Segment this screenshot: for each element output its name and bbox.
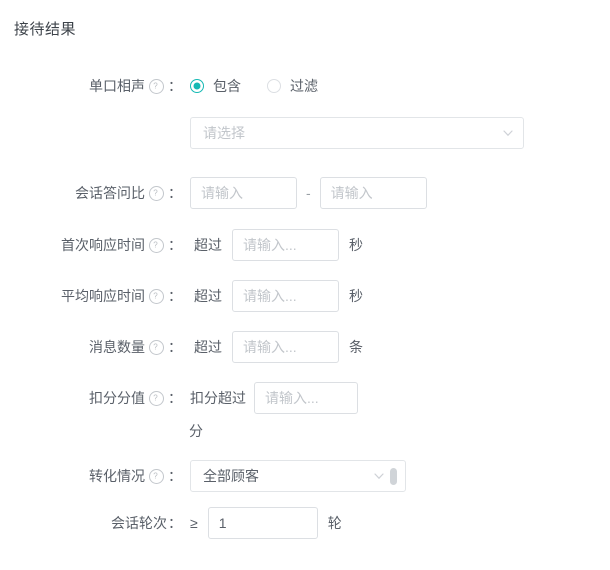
label-rounds-text: 会话轮次 xyxy=(111,515,167,531)
first-response-operator: 超过 xyxy=(194,237,222,253)
reception-result-filter-panel: 接待结果 单口相声 ? ： 包含 过滤 请选择 会话答问比 ? ： 请输入 - … xyxy=(0,0,610,570)
form-row-rounds: 会话轮次 ： ≥ 轮 xyxy=(0,507,610,539)
message-count-unit: 条 xyxy=(349,339,363,355)
form-row-conversion: 转化情况 ? ： 全部顾客 xyxy=(0,460,610,492)
message-count-input[interactable] xyxy=(232,331,339,363)
first-response-unit: 秒 xyxy=(349,237,363,253)
average-response-control: 超过 秒 xyxy=(182,280,610,312)
question-circle-icon[interactable]: ? xyxy=(149,288,164,304)
svg-text:?: ? xyxy=(153,342,158,351)
radio-label-filter: 过滤 xyxy=(290,78,318,94)
deduction-operator: 扣分超过 xyxy=(190,390,246,406)
question-circle-icon[interactable]: ? xyxy=(149,78,164,94)
label-monologue-colon: ： xyxy=(168,78,182,94)
label-average-response-text: 平均响应时间 xyxy=(61,288,145,304)
radio-option-filter[interactable]: 过滤 xyxy=(267,76,318,96)
label-ratio-text: 会话答问比 xyxy=(75,185,145,201)
ratio-max-input[interactable] xyxy=(319,177,427,209)
chevron-down-icon[interactable] xyxy=(372,469,386,483)
svg-text:?: ? xyxy=(153,291,158,300)
label-ratio-colon: ： xyxy=(168,185,182,201)
svg-text:?: ? xyxy=(153,188,158,197)
label-monologue-select-spacer xyxy=(0,117,182,149)
message-count-operator: 超过 xyxy=(194,339,222,355)
message-count-control: 超过 条 xyxy=(182,331,610,363)
label-ratio: 会话答问比 ? ： xyxy=(0,177,182,209)
conversion-select-value: 全部顾客 xyxy=(203,468,259,484)
label-rounds-colon: ： xyxy=(168,515,182,531)
label-conversion-colon: ： xyxy=(168,468,182,484)
label-conversion: 转化情况 ? ： xyxy=(0,460,182,492)
label-average-response: 平均响应时间 ? ： xyxy=(0,280,182,312)
label-deduction: 扣分分值 ? ： xyxy=(0,382,182,414)
radio-dot-include[interactable] xyxy=(190,79,204,93)
label-message-count-text: 消息数量 xyxy=(89,339,145,355)
label-deduction-colon: ： xyxy=(168,390,182,406)
form-row-deduction: 扣分分值 ? ： 扣分超过 分 xyxy=(0,382,610,441)
radio-label-include: 包含 xyxy=(213,78,241,94)
label-conversion-text: 转化情况 xyxy=(89,468,145,484)
svg-text:?: ? xyxy=(153,393,158,402)
question-circle-icon[interactable]: ? xyxy=(149,339,164,355)
svg-text:?: ? xyxy=(153,471,158,480)
average-response-unit: 秒 xyxy=(349,288,363,304)
conversion-select[interactable]: 全部顾客 xyxy=(190,460,406,492)
question-circle-icon[interactable]: ? xyxy=(149,468,164,484)
monologue-select-control: 请选择 xyxy=(182,117,610,149)
radio-dot-filter[interactable] xyxy=(267,79,281,93)
question-circle-icon[interactable]: ? xyxy=(149,185,164,201)
label-message-count-colon: ： xyxy=(168,339,182,355)
form-row-first-response: 首次响应时间 ? ： 超过 秒 xyxy=(0,229,610,261)
svg-text:?: ? xyxy=(153,240,158,249)
svg-text:?: ? xyxy=(153,81,158,90)
deduction-input[interactable] xyxy=(254,382,358,414)
average-response-input[interactable] xyxy=(232,280,339,312)
form-row-monologue: 单口相声 ? ： 包含 过滤 xyxy=(0,70,610,102)
first-response-control: 超过 秒 xyxy=(182,229,610,261)
monologue-select[interactable]: 请选择 xyxy=(190,117,524,149)
average-response-operator: 超过 xyxy=(194,288,222,304)
rounds-unit: 轮 xyxy=(327,515,342,531)
monologue-select-value: 请选择 xyxy=(203,125,245,141)
label-first-response-text: 首次响应时间 xyxy=(61,237,145,253)
label-monologue-text: 单口相声 xyxy=(89,78,145,94)
deduction-unit: 分 xyxy=(189,423,203,439)
form-row-average-response: 平均响应时间 ? ： 超过 秒 xyxy=(0,280,610,312)
rounds-operator: ≥ xyxy=(190,515,198,531)
ratio-control: - xyxy=(182,177,610,209)
rounds-control: ≥ 轮 xyxy=(182,507,610,539)
ratio-min-input[interactable] xyxy=(190,177,297,209)
conversion-control: 全部顾客 xyxy=(182,460,610,492)
form-row-ratio: 会话答问比 ? ： - xyxy=(0,177,610,209)
label-rounds: 会话轮次 ： xyxy=(0,507,182,539)
label-average-response-colon: ： xyxy=(168,288,182,304)
label-deduction-text: 扣分分值 xyxy=(89,390,145,406)
deduction-control: 扣分超过 分 xyxy=(182,382,610,441)
form-row-message-count: 消息数量 ? ： 超过 条 xyxy=(0,331,610,363)
chevron-down-icon[interactable] xyxy=(501,126,515,140)
monologue-radio-control: 包含 过滤 xyxy=(182,70,610,102)
label-message-count: 消息数量 ? ： xyxy=(0,331,182,363)
radio-option-include[interactable]: 包含 xyxy=(190,76,241,96)
label-first-response-colon: ： xyxy=(168,237,182,253)
page-title: 接待结果 xyxy=(14,21,77,38)
form-row-monologue-select: 请选择 xyxy=(0,117,610,149)
ratio-separator: - xyxy=(306,185,311,201)
monologue-radio-group: 包含 过滤 xyxy=(190,76,344,96)
question-circle-icon[interactable]: ? xyxy=(149,237,164,253)
label-first-response: 首次响应时间 ? ： xyxy=(0,229,182,261)
label-monologue: 单口相声 ? ： xyxy=(0,70,182,102)
first-response-input[interactable] xyxy=(232,229,339,261)
rounds-input[interactable] xyxy=(207,507,318,539)
question-circle-icon[interactable]: ? xyxy=(149,390,164,406)
select-scrollbar-thumb[interactable] xyxy=(390,467,397,485)
